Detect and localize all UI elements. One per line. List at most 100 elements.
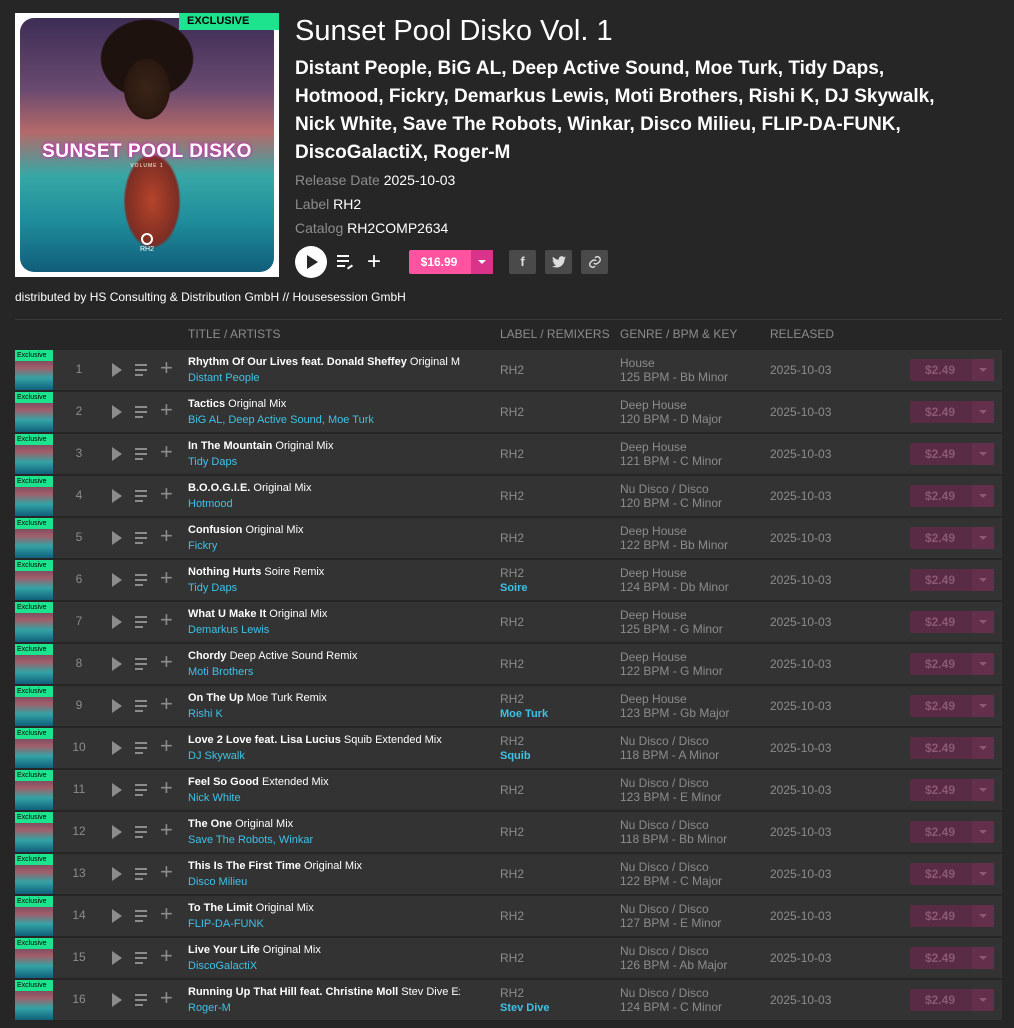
track-row[interactable]: Exclusive 5 + Confusion Original Mix Fickry R… [15,518,1002,558]
add-to-playlist-icon[interactable]: + [365,250,383,274]
play-icon[interactable] [112,783,122,797]
track-artists[interactable]: Rishi K [188,708,223,720]
track-artwork[interactable]: Exclusive [15,392,53,432]
add-to-playlist-icon[interactable]: + [160,567,173,589]
play-icon[interactable] [112,909,122,923]
add-to-queue-icon[interactable] [135,700,151,712]
track-title[interactable]: On The Up Moe Turk Remix [188,692,460,704]
add-to-queue-icon[interactable] [135,406,151,418]
add-to-queue-icon[interactable] [135,490,151,502]
chevron-down-icon[interactable] [972,695,994,717]
track-title[interactable]: Live Your Life Original Mix [188,944,460,956]
chevron-down-icon[interactable] [972,485,994,507]
add-to-playlist-icon[interactable]: + [160,609,173,631]
track-label[interactable]: RH2 [500,867,524,881]
chevron-down-icon[interactable] [972,821,994,843]
add-to-playlist-icon[interactable]: + [160,483,173,505]
play-icon[interactable] [112,993,122,1007]
chevron-down-icon[interactable] [471,250,493,274]
track-artwork[interactable]: Exclusive [15,644,53,684]
track-remixer[interactable]: Moe Turk [500,708,548,720]
track-title[interactable]: In The Mountain Original Mix [188,440,460,452]
play-icon[interactable] [112,867,122,881]
add-to-playlist-icon[interactable]: + [160,987,173,1009]
buy-track-button[interactable]: $2.49 [910,947,994,969]
buy-track-button[interactable]: $2.49 [910,443,994,465]
track-title[interactable]: Running Up That Hill feat. Christine Mol… [188,986,460,998]
track-row[interactable]: Exclusive 8 + Chordy Deep Active Sound Remi… [15,644,1002,684]
track-artwork[interactable]: Exclusive [15,812,53,852]
buy-track-button[interactable]: $2.49 [910,653,994,675]
track-artwork[interactable]: Exclusive [15,728,53,768]
track-artists[interactable]: BiG AL, Deep Active Sound, Moe Turk [188,414,374,426]
track-row[interactable]: Exclusive 10 + Love 2 Love feat. Lisa Luciu… [15,728,1002,768]
track-label[interactable]: RH2 [500,657,524,671]
chevron-down-icon[interactable] [972,401,994,423]
add-to-playlist-icon[interactable]: + [160,777,173,799]
track-row[interactable]: Exclusive 3 + In The Mountain Original Mix T… [15,434,1002,474]
add-to-playlist-icon[interactable]: + [160,735,173,757]
buy-track-button[interactable]: $2.49 [910,695,994,717]
track-title[interactable]: Chordy Deep Active Sound Remix [188,650,460,662]
track-label[interactable]: RH2 [500,489,524,503]
track-artists[interactable]: FLIP-DA-FUNK [188,918,264,930]
track-artwork[interactable]: Exclusive [15,434,53,474]
add-to-queue-icon[interactable] [135,910,151,922]
buy-track-button[interactable]: $2.49 [910,359,994,381]
track-title[interactable]: This Is The First Time Original Mix [188,860,460,872]
add-to-queue-icon[interactable] [135,826,151,838]
play-icon[interactable] [112,951,122,965]
track-artwork[interactable]: Exclusive [15,854,53,894]
track-row[interactable]: Exclusive 13 + This Is The First Time Origi… [15,854,1002,894]
buy-track-button[interactable]: $2.49 [910,569,994,591]
track-remixer[interactable]: Squib [500,750,531,762]
add-to-queue-icon[interactable] [135,574,151,586]
track-row[interactable]: Exclusive 7 + What U Make It Original Mix De… [15,602,1002,642]
track-label[interactable]: RH2 [500,986,524,1000]
track-label[interactable]: RH2 [500,909,524,923]
track-artwork[interactable]: Exclusive [15,476,53,516]
add-to-queue-icon[interactable] [135,784,151,796]
track-title[interactable]: Nothing Hurts Soire Remix [188,566,460,578]
track-artwork[interactable]: Exclusive [15,980,53,1020]
chevron-down-icon[interactable] [972,779,994,801]
chevron-down-icon[interactable] [972,569,994,591]
play-icon[interactable] [112,531,122,545]
add-to-queue-icon[interactable] [337,253,355,271]
play-icon[interactable] [112,615,122,629]
track-label[interactable]: RH2 [500,825,524,839]
track-title[interactable]: To The Limit Original Mix [188,902,460,914]
add-to-queue-icon[interactable] [135,952,151,964]
buy-track-button[interactable]: $2.49 [910,401,994,423]
track-label[interactable]: RH2 [500,531,524,545]
buy-track-button[interactable]: $2.49 [910,905,994,927]
add-to-queue-icon[interactable] [135,364,151,376]
track-title[interactable]: The One Original Mix [188,818,460,830]
buy-track-button[interactable]: $2.49 [910,779,994,801]
track-artists[interactable]: Moti Brothers [188,666,253,678]
add-to-playlist-icon[interactable]: + [160,525,173,547]
track-artwork[interactable]: Exclusive [15,518,53,558]
track-row[interactable]: Exclusive 12 + The One Original Mix Save The… [15,812,1002,852]
facebook-share-icon[interactable]: f [509,250,536,274]
track-artists[interactable]: Save The Robots, Winkar [188,834,313,846]
track-label[interactable]: RH2 [500,405,524,419]
buy-track-button[interactable]: $2.49 [910,527,994,549]
track-artwork[interactable]: Exclusive [15,770,53,810]
chevron-down-icon[interactable] [972,611,994,633]
track-title[interactable]: Feel So Good Extended Mix [188,776,460,788]
play-icon[interactable] [112,741,122,755]
label-link[interactable]: RH2 [333,196,361,212]
track-label[interactable]: RH2 [500,363,524,377]
add-to-queue-icon[interactable] [135,532,151,544]
add-to-queue-icon[interactable] [135,742,151,754]
track-artists[interactable]: Fickry [188,540,217,552]
play-icon[interactable] [112,699,122,713]
play-release-button[interactable] [295,246,327,278]
add-to-playlist-icon[interactable]: + [160,399,173,421]
track-label[interactable]: RH2 [500,447,524,461]
play-icon[interactable] [112,657,122,671]
track-artwork[interactable]: Exclusive [15,560,53,600]
release-artists[interactable]: Distant People, BiG AL, Deep Active Soun… [295,55,935,167]
track-title[interactable]: B.O.O.G.I.E. Original Mix [188,482,460,494]
